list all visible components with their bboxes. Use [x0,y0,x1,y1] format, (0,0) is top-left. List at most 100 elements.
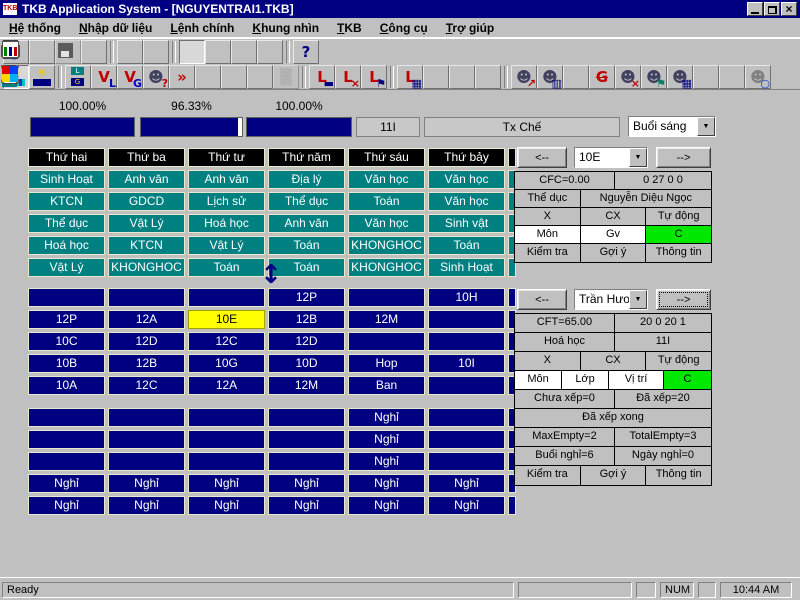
rest-cell[interactable]: Nghỉ [108,496,185,515]
info-button[interactable]: Thông tin [646,244,711,262]
subject-cell[interactable]: Lịch sử [188,192,265,211]
info-button[interactable]: Thông tin [646,466,711,485]
class-cell[interactable] [28,288,105,307]
x-button[interactable]: X [515,208,581,226]
close-button[interactable]: × [781,2,797,16]
rest-cell[interactable] [188,408,265,427]
rest-cell[interactable] [108,430,185,449]
subject-cell[interactable]: Văn học [428,170,505,189]
view-teacher-button[interactable]: VG [117,65,143,89]
class-cell[interactable]: 10C [28,332,105,351]
subject-cell[interactable]: Vật Lý [188,236,265,255]
class-cell[interactable]: 10A [28,376,105,395]
subject-cell[interactable]: Thể dục [268,192,345,211]
subject-cell[interactable]: Sinh vật [428,214,505,233]
class-cell[interactable]: 12M [268,376,345,395]
class-cell[interactable]: 12A [188,376,265,395]
cx-button[interactable]: CX [581,208,647,226]
rest-cell[interactable] [268,430,345,449]
swap-layers-button[interactable]: ↻ [247,65,273,89]
class-cell[interactable]: 12D [108,332,185,351]
class-combobox[interactable]: 10E ▼ [574,147,648,168]
disabled-tool-button[interactable]: ▒ [273,65,299,89]
subject-cell[interactable]: Toán [348,192,425,211]
mon-toggle[interactable]: Môn [515,371,562,390]
subject-cell[interactable]: Địa lý [268,170,345,189]
rest-cell[interactable] [428,408,505,427]
rest-cell[interactable]: Nghỉ [428,496,505,515]
subject-cell[interactable]: Hoá học [28,236,105,255]
session-combobox[interactable]: Buổi sáng ▼ [628,116,716,137]
class-cell[interactable]: 10E [188,310,265,329]
view-columns-button[interactable] [205,40,231,64]
class-cell[interactable]: 12M [348,310,425,329]
class-cell[interactable]: 12C [108,376,185,395]
gv-toggle[interactable]: Gv [581,226,647,244]
subject-cell[interactable]: Toán [428,236,505,255]
color-squares-button[interactable] [719,65,745,89]
rest-cell[interactable]: Nghỉ [348,408,425,427]
c-toggle[interactable]: C [664,371,711,390]
menu-item-nhập-dữ-liệu[interactable]: Nhập dữ liệu [70,19,161,37]
teacher-combobox[interactable]: Trần Hương ▼ [574,289,648,310]
teacher-table-button[interactable]: ☻▦ [667,65,693,89]
teacher-prev-button[interactable]: <-- [517,289,567,310]
class-cell[interactable]: 10I [428,354,505,373]
day-header-cell[interactable]: Thứ bảy [428,148,505,167]
note-edit-button[interactable]: ✎ [423,65,449,89]
print-button[interactable] [81,40,107,64]
class-cell[interactable] [188,288,265,307]
suggest-button[interactable]: Gợi ý [581,466,647,485]
person-search-button[interactable]: ☻○ [745,65,771,89]
class-cell[interactable] [108,288,185,307]
class-cell[interactable] [348,288,425,307]
class-cell[interactable]: 12D [268,332,345,351]
rest-cell[interactable]: Nghỉ [188,474,265,493]
day-header-cell[interactable]: Thứ hai [28,148,105,167]
chevron-down-icon[interactable]: ▼ [697,117,715,136]
subject-cell[interactable]: KTCN [108,236,185,255]
view-dense-grid-button[interactable] [231,40,257,64]
subject-cell[interactable]: Sinh Hoạt [428,258,505,277]
teacher-info-button[interactable]: ☻? [143,65,169,89]
rest-cell[interactable]: Nghỉ [348,474,425,493]
menu-item-tkb[interactable]: TKB [328,19,371,37]
teacher-delete-button[interactable]: ☻× [615,65,641,89]
fast-forward-button[interactable]: » [169,65,195,89]
chevron-down-icon[interactable]: ▼ [629,290,647,309]
g-disable-button[interactable]: G [589,65,615,89]
rest-cell[interactable]: Nghỉ [268,474,345,493]
class-flag-button[interactable]: L⚑ [361,65,387,89]
subject-cell[interactable]: KTCN [28,192,105,211]
subject-cell[interactable]: Văn học [348,214,425,233]
rest-cell[interactable] [108,452,185,471]
open-file-button[interactable] [29,40,55,64]
rest-cell[interactable] [28,430,105,449]
layers-forward-button[interactable]: → [563,65,589,89]
class-cell[interactable]: 12B [268,310,345,329]
subject-cell[interactable]: GDCD [108,192,185,211]
search-document-button[interactable]: ○ [221,65,247,89]
class-next-button[interactable]: --> [656,147,711,168]
c-toggle[interactable]: C [646,226,711,244]
rest-cell[interactable]: Nghỉ [188,496,265,515]
chevron-down-icon[interactable]: ▼ [629,148,647,167]
vitri-toggle[interactable]: Vị trí [609,371,664,390]
cx-button[interactable]: CX [581,352,647,371]
class-cell[interactable]: 10D [268,354,345,373]
evening-view-button[interactable]: ☀ [29,65,55,89]
subject-cell[interactable]: Vật Lý [28,258,105,277]
class-delete-button[interactable]: L× [335,65,361,89]
rest-cell[interactable]: Nghỉ [28,474,105,493]
tools-button[interactable] [449,65,475,89]
rest-cell[interactable]: Nghỉ [348,430,425,449]
subject-cell[interactable]: Toán [268,236,345,255]
menu-item-trợ-giúp[interactable]: Trợ giúp [437,19,504,37]
view-chart-button[interactable] [257,40,283,64]
subject-cell[interactable]: Vật Lý [108,214,185,233]
mon-toggle[interactable]: Môn [515,226,581,244]
day-header-cell[interactable]: Thứ tư [188,148,265,167]
menu-item-khung-nhìn[interactable]: Khung nhìn [243,19,328,37]
view-class-button[interactable]: VL [91,65,117,89]
rest-cell[interactable] [188,430,265,449]
